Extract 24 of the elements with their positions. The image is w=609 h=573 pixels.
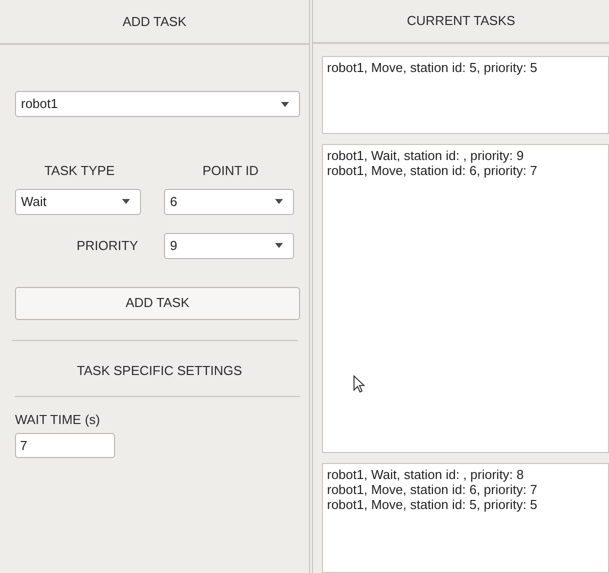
task-list-item[interactable]: robot1, Wait, station id: , priority: 9: [327, 148, 604, 163]
priority-dropdown[interactable]: 9: [164, 232, 294, 258]
caret-icon: [281, 102, 289, 106]
wait-time-field[interactable]: 7: [15, 432, 115, 458]
field-label: WAIT TIME (s): [15, 411, 100, 429]
mouse-cursor-icon: [353, 375, 365, 393]
field-label: POINT ID: [201, 162, 260, 180]
section-title: TASK SPECIFIC SETTINGS: [76, 362, 244, 380]
robot-dropdown[interactable]: robot1: [15, 91, 300, 117]
task-list-item[interactable]: robot1, Wait, station id: , priority: 8: [327, 467, 604, 482]
caret-icon: [275, 199, 283, 204]
task-list-item[interactable]: robot1, Move, station id: 6, priority: 7: [327, 482, 604, 497]
task-list-item[interactable]: robot1, Move, station id: 5, priority: 5: [327, 497, 604, 512]
panel-header: ADD TASK: [0, 0, 309, 45]
field-label: PRIORITY: [76, 236, 139, 255]
point-id-dropdown[interactable]: 6: [164, 188, 294, 214]
caret-icon: [275, 243, 283, 248]
caret-icon: [122, 199, 130, 204]
task-list-item[interactable]: robot1, Move, station id: 5, priority: 5: [327, 60, 604, 75]
panel-header: CURRENT TASKS: [313, 0, 609, 44]
task-type-dropdown[interactable]: Wait: [15, 188, 141, 214]
add-task-button[interactable]: ADD TASK: [15, 286, 300, 320]
task-list-item[interactable]: robot1, Move, station id: 6, priority: 7: [327, 163, 604, 178]
field-label: TASK TYPE: [43, 162, 116, 180]
